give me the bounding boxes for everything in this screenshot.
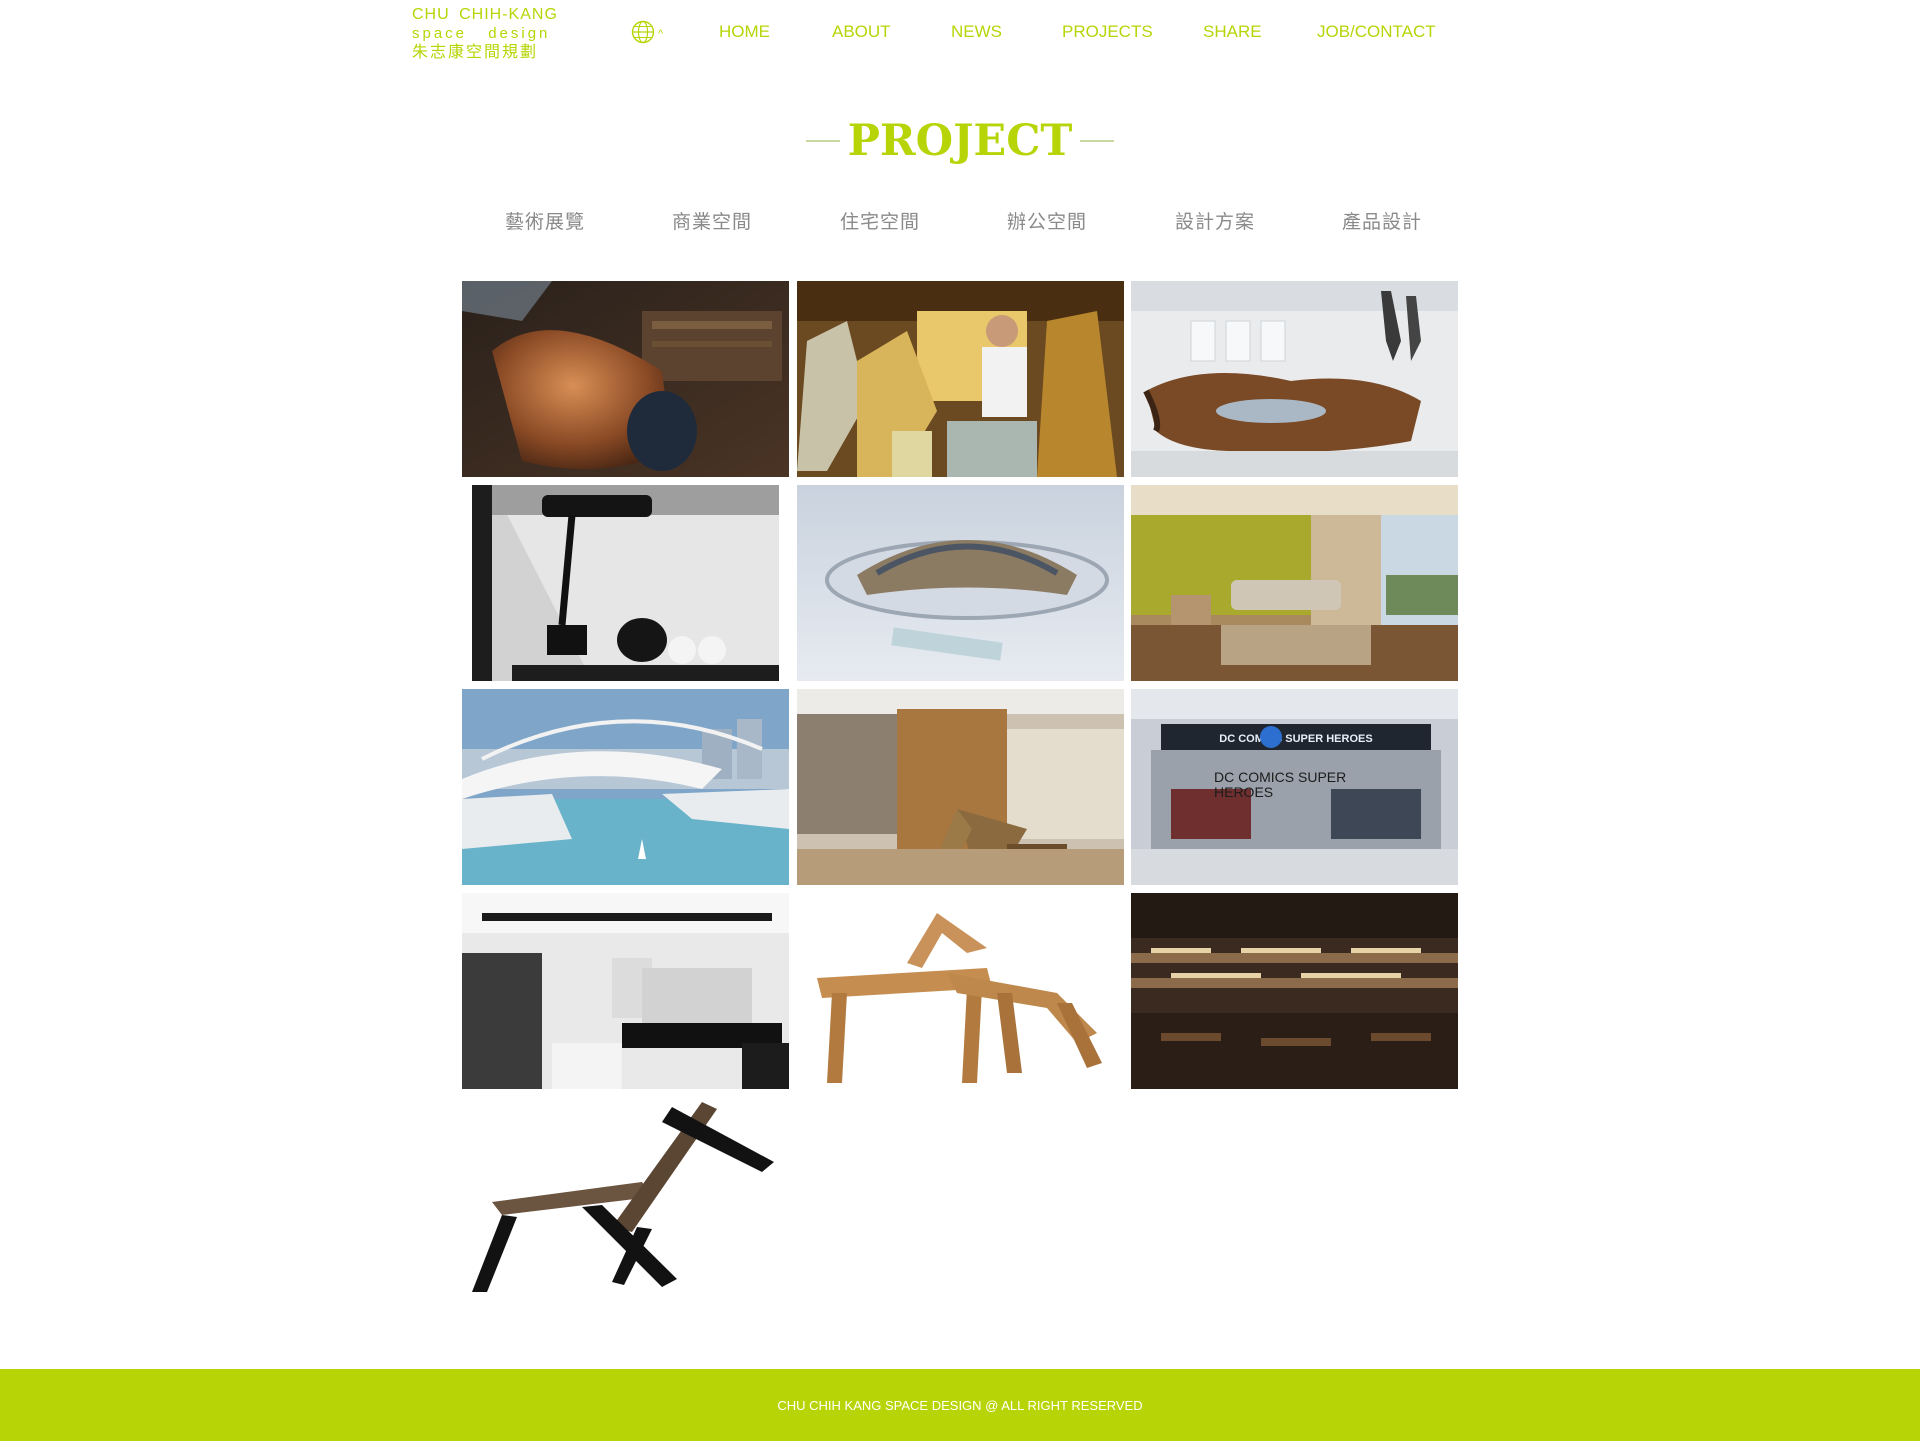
desk-lamp-teapot-photo bbox=[472, 485, 779, 681]
snow-pavilion-rendering bbox=[797, 485, 1124, 681]
tile-caption: DC COMICS SUPER HEROES bbox=[1214, 769, 1347, 800]
reclining-chair-photo bbox=[462, 1097, 789, 1293]
designer-with-glass-art-photo bbox=[797, 281, 1124, 477]
black-white-interior-photo bbox=[462, 893, 789, 1089]
project-tile[interactable] bbox=[472, 485, 779, 681]
project-tile[interactable] bbox=[1131, 485, 1458, 681]
logo-name-zh: 朱志康空間規劃 bbox=[412, 44, 539, 61]
nav-job-contact[interactable]: JOB/CONTACT bbox=[1317, 22, 1436, 42]
logo-name-en: CHU CHIH-KANG bbox=[412, 6, 558, 23]
project-tile[interactable] bbox=[462, 689, 789, 885]
project-tile[interactable] bbox=[462, 281, 789, 477]
nav-about[interactable]: ABOUT bbox=[832, 22, 891, 42]
globe-icon bbox=[631, 20, 655, 49]
wood-chair-interior-photo bbox=[797, 689, 1124, 885]
category-art-exhibition[interactable]: 藝術展覽 bbox=[505, 207, 585, 234]
wooden-chair-stool-photo bbox=[797, 893, 1124, 1089]
project-tile[interactable] bbox=[797, 485, 1124, 681]
heading-rule-left bbox=[805, 140, 840, 142]
heading-rule-right bbox=[1080, 140, 1115, 142]
site-footer: CHU CHIH KANG SPACE DESIGN @ ALL RIGHT R… bbox=[0, 1369, 1920, 1441]
project-tile[interactable] bbox=[462, 893, 789, 1089]
project-tile[interactable] bbox=[797, 281, 1124, 477]
project-tile[interactable] bbox=[1131, 281, 1458, 477]
bookstore-cafe-photo bbox=[1131, 893, 1458, 1089]
nav-home[interactable]: HOME bbox=[719, 22, 770, 42]
logo-tagline: space design bbox=[412, 25, 551, 42]
language-switcher[interactable]: ^ bbox=[631, 20, 673, 49]
project-tile[interactable] bbox=[1131, 893, 1458, 1089]
caret-up-icon: ^ bbox=[658, 28, 664, 40]
page-title: PROJECT bbox=[847, 116, 1073, 166]
waterfront-architecture-rendering bbox=[462, 689, 789, 885]
copper-sculpture-photo bbox=[462, 281, 789, 477]
project-tile[interactable] bbox=[797, 689, 1124, 885]
site-logo[interactable]: CHU CHIH-KANG space design 朱志康空間規劃 bbox=[412, 5, 562, 62]
nav-projects[interactable]: PROJECTS bbox=[1062, 22, 1153, 42]
category-commercial-space[interactable]: 商業空間 bbox=[672, 207, 752, 234]
store-sign-text: DC COMICS SUPER HEROES bbox=[1219, 733, 1372, 745]
project-tile[interactable] bbox=[462, 1097, 789, 1293]
category-residential-space[interactable]: 住宅空間 bbox=[840, 207, 920, 234]
project-tile[interactable]: DC COMICS SUPER HEROES DC COMICS SUPER H… bbox=[1131, 689, 1458, 885]
category-design-proposal[interactable]: 設計方案 bbox=[1175, 207, 1255, 234]
living-room-photo bbox=[1131, 485, 1458, 681]
project-tile[interactable] bbox=[797, 893, 1124, 1089]
nav-news[interactable]: NEWS bbox=[951, 22, 1002, 42]
rusted-sculpture-gallery-photo bbox=[1131, 281, 1458, 477]
nav-share[interactable]: SHARE bbox=[1203, 22, 1262, 42]
footer-copyright: CHU CHIH KANG SPACE DESIGN @ ALL RIGHT R… bbox=[777, 1397, 1143, 1413]
section-heading: PROJECT bbox=[0, 112, 1920, 170]
category-product-design[interactable]: 產品設計 bbox=[1342, 207, 1422, 234]
category-office-space[interactable]: 辦公空間 bbox=[1007, 207, 1087, 234]
